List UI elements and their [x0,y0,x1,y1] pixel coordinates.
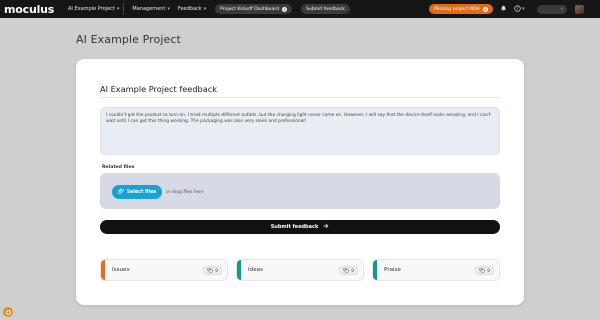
page-title: AI Example Project [76,33,181,46]
category-count-badge: 0 [339,266,358,275]
category-card-issues[interactable]: Issues 0 [100,259,228,281]
nav-divider [123,3,125,15]
chevron-down-icon: ▾ [167,6,170,12]
comments-icon [207,267,214,274]
nav-item-label: Management [132,6,166,12]
dashboard-pill-label: Project Kickoff Dashboard [220,6,280,12]
submit-feedback-pill-button[interactable]: Submit feedback [301,4,350,14]
select-files-button[interactable]: Select files [112,185,162,199]
comments-icon [479,267,486,274]
help-icon: ? [514,4,521,14]
category-label: Issues [112,267,130,273]
dashboard-pill-button[interactable]: Project Kickoff Dashboard × [215,4,293,14]
missing-nda-pill-button[interactable]: Missing project NDA × [429,4,494,14]
nav-item-management[interactable]: Management ▾ [132,6,169,12]
submit-feedback-pill-label: Submit feedback [306,6,345,12]
category-label: Praise [384,267,401,273]
file-dropzone[interactable]: Select files or drag files here [100,173,500,209]
category-card-ideas[interactable]: Ideas 0 [236,259,364,281]
help-button[interactable]: ? ▾ [514,4,525,14]
support-chat-button[interactable] [3,307,13,317]
submit-feedback-label: Submit feedback [270,224,319,230]
nav-item-project[interactable]: AI Example Project ▾ [68,6,119,12]
app-logo[interactable]: moculus [0,3,60,16]
avatar[interactable] [574,4,584,14]
category-count-badge: 0 [203,266,222,275]
search-input[interactable]: ⌕ [536,4,567,14]
comments-icon [343,267,350,274]
submit-feedback-button[interactable]: Submit feedback [100,220,500,234]
close-icon[interactable]: × [282,6,288,12]
chevron-down-icon: ▾ [116,6,120,12]
top-nav-bar: moculus AI Example Project ▾ Management … [0,0,600,18]
category-color-bar [373,260,377,280]
select-files-label: Select files [126,189,157,195]
chevron-down-icon: ▾ [522,6,525,12]
category-color-bar [101,260,105,280]
nav-item-feedback[interactable]: Feedback ▾ [178,6,206,12]
notifications-button[interactable] [500,5,507,14]
paperclip-icon [117,188,124,196]
close-icon[interactable]: × [483,6,489,12]
card-title: AI Example Project feedback [100,84,217,94]
nav-right-group: Missing project NDA × ? ▾ ⌕ [420,4,584,14]
category-label: Ideas [248,267,263,273]
feedback-textarea[interactable]: I couldn't get the product to turn on. I… [100,107,500,155]
bell-icon [500,5,507,14]
missing-nda-pill-label: Missing project NDA [434,6,481,12]
category-card-praise[interactable]: Praise 0 [372,259,500,281]
feedback-card: AI Example Project feedback I couldn't g… [76,59,524,305]
chat-icon [5,309,11,315]
category-color-bar [237,260,241,280]
card-divider [100,97,500,98]
category-count-badge: 0 [475,266,494,275]
category-count: 0 [351,268,354,273]
related-files-label: Related files [102,165,135,170]
category-count: 0 [487,268,490,273]
search-icon: ⌕ [560,6,564,12]
arrow-right-icon [323,223,329,231]
nav-item-label: Feedback [177,6,202,12]
svg-text:?: ? [516,6,518,11]
category-count: 0 [215,268,218,273]
nav-item-label: AI Example Project [68,6,115,12]
chevron-down-icon: ▾ [203,6,207,12]
drag-files-hint: or drag files here [166,190,204,195]
